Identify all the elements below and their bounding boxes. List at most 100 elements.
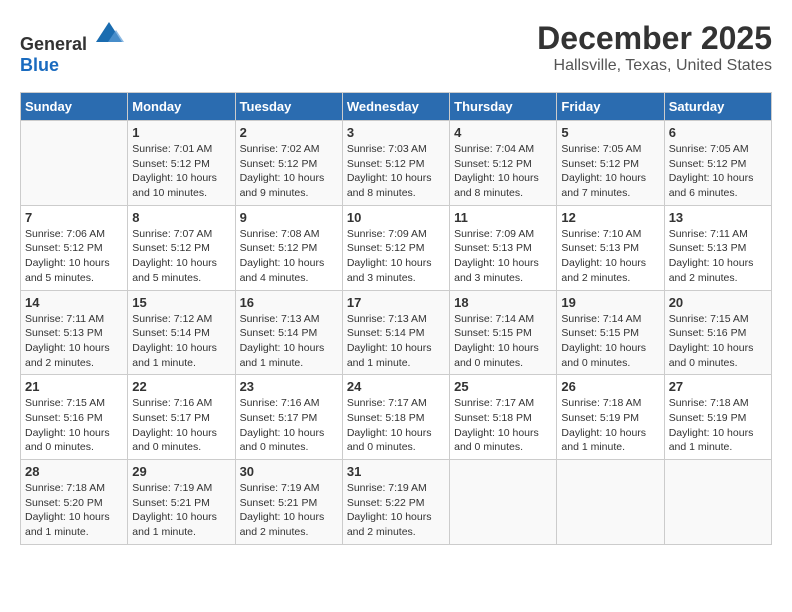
calendar-cell: 29Sunrise: 7:19 AMSunset: 5:21 PMDayligh… [128,460,235,545]
logo: General Blue [20,20,124,76]
day-number: 20 [669,295,767,310]
calendar-cell [664,460,771,545]
day-info: Sunrise: 7:18 AMSunset: 5:20 PMDaylight:… [25,481,123,540]
day-info: Sunrise: 7:08 AMSunset: 5:12 PMDaylight:… [240,227,338,286]
calendar-cell: 9 Sunrise: 7:08 AMSunset: 5:12 PMDaylight… [235,205,342,290]
week-row-4: 28Sunrise: 7:18 AMSunset: 5:20 PMDayligh… [21,460,772,545]
day-info: Sunrise: 7:19 AMSunset: 5:22 PMDaylight:… [347,481,445,540]
logo-general: General [20,34,87,54]
day-header-wednesday: Wednesday [342,93,449,121]
calendar-cell: 3 Sunrise: 7:03 AMSunset: 5:12 PMDaylight… [342,121,449,206]
day-info: Sunrise: 7:04 AMSunset: 5:12 PMDaylight:… [454,142,552,201]
calendar-cell: 23 Sunrise: 7:16 AMSunset: 5:17 PMDayligh… [235,375,342,460]
calendar-cell: 28Sunrise: 7:18 AMSunset: 5:20 PMDayligh… [21,460,128,545]
day-number: 17 [347,295,445,310]
calendar-table: SundayMondayTuesdayWednesdayThursdayFrid… [20,92,772,545]
calendar-cell: 19 Sunrise: 7:14 AMSunset: 5:15 PMDayligh… [557,290,664,375]
calendar-cell: 16 Sunrise: 7:13 AMSunset: 5:14 PMDayligh… [235,290,342,375]
day-info: Sunrise: 7:18 AMSunset: 5:19 PMDaylight:… [669,396,767,455]
day-number: 26 [561,379,659,394]
day-number: 4 [454,125,552,140]
day-info: Sunrise: 7:16 AMSunset: 5:17 PMDaylight:… [132,396,230,455]
logo-icon [94,20,124,50]
day-info: Sunrise: 7:03 AMSunset: 5:12 PMDaylight:… [347,142,445,201]
logo-blue: Blue [20,55,59,75]
day-number: 2 [240,125,338,140]
day-info: Sunrise: 7:13 AMSunset: 5:14 PMDaylight:… [347,312,445,371]
calendar-cell: 20Sunrise: 7:15 AMSunset: 5:16 PMDayligh… [664,290,771,375]
day-number: 12 [561,210,659,225]
calendar-cell: 26 Sunrise: 7:18 AMSunset: 5:19 PMDayligh… [557,375,664,460]
day-number: 19 [561,295,659,310]
day-number: 18 [454,295,552,310]
day-header-sunday: Sunday [21,93,128,121]
day-info: Sunrise: 7:05 AMSunset: 5:12 PMDaylight:… [669,142,767,201]
day-number: 16 [240,295,338,310]
day-info: Sunrise: 7:19 AMSunset: 5:21 PMDaylight:… [240,481,338,540]
calendar-cell: 30 Sunrise: 7:19 AMSunset: 5:21 PMDayligh… [235,460,342,545]
page-header: General Blue December 2025 Hallsville, T… [20,20,772,76]
calendar-cell: 7Sunrise: 7:06 AMSunset: 5:12 PMDaylight… [21,205,128,290]
day-info: Sunrise: 7:10 AMSunset: 5:13 PMDaylight:… [561,227,659,286]
calendar-cell: 4 Sunrise: 7:04 AMSunset: 5:12 PMDaylight… [450,121,557,206]
day-info: Sunrise: 7:18 AMSunset: 5:19 PMDaylight:… [561,396,659,455]
calendar-cell: 8 Sunrise: 7:07 AMSunset: 5:12 PMDaylight… [128,205,235,290]
day-number: 13 [669,210,767,225]
day-number: 27 [669,379,767,394]
day-number: 10 [347,210,445,225]
day-info: Sunrise: 7:16 AMSunset: 5:17 PMDaylight:… [240,396,338,455]
day-number: 23 [240,379,338,394]
day-info: Sunrise: 7:02 AMSunset: 5:12 PMDaylight:… [240,142,338,201]
page-subtitle: Hallsville, Texas, United States [537,57,772,75]
calendar-cell: 6 Sunrise: 7:05 AMSunset: 5:12 PMDaylight… [664,121,771,206]
calendar-cell: 27 Sunrise: 7:18 AMSunset: 5:19 PMDayligh… [664,375,771,460]
day-header-tuesday: Tuesday [235,93,342,121]
day-info: Sunrise: 7:13 AMSunset: 5:14 PMDaylight:… [240,312,338,371]
day-number: 14 [25,295,123,310]
calendar-cell: 1Sunrise: 7:01 AMSunset: 5:12 PMDaylight… [128,121,235,206]
calendar-cell: 17 Sunrise: 7:13 AMSunset: 5:14 PMDayligh… [342,290,449,375]
calendar-cell: 31 Sunrise: 7:19 AMSunset: 5:22 PMDayligh… [342,460,449,545]
calendar-cell: 14 Sunrise: 7:11 AMSunset: 5:13 PMDayligh… [21,290,128,375]
day-number: 6 [669,125,767,140]
day-info: Sunrise: 7:19 AMSunset: 5:21 PMDaylight:… [132,481,230,540]
day-number: 30 [240,464,338,479]
day-header-monday: Monday [128,93,235,121]
day-number: 15 [132,295,230,310]
day-number: 25 [454,379,552,394]
calendar-cell: 21Sunrise: 7:15 AMSunset: 5:16 PMDayligh… [21,375,128,460]
day-number: 9 [240,210,338,225]
day-header-saturday: Saturday [664,93,771,121]
day-header-thursday: Thursday [450,93,557,121]
calendar-cell [557,460,664,545]
day-number: 31 [347,464,445,479]
title-block: December 2025 Hallsville, Texas, United … [537,20,772,75]
day-info: Sunrise: 7:11 AMSunset: 5:13 PMDaylight:… [25,312,123,371]
day-info: Sunrise: 7:05 AMSunset: 5:12 PMDaylight:… [561,142,659,201]
calendar-cell [21,121,128,206]
calendar-cell: 18Sunrise: 7:14 AMSunset: 5:15 PMDayligh… [450,290,557,375]
calendar-cell: 12 Sunrise: 7:10 AMSunset: 5:13 PMDayligh… [557,205,664,290]
day-info: Sunrise: 7:12 AMSunset: 5:14 PMDaylight:… [132,312,230,371]
calendar-cell: 24Sunrise: 7:17 AMSunset: 5:18 PMDayligh… [342,375,449,460]
week-row-3: 21Sunrise: 7:15 AMSunset: 5:16 PMDayligh… [21,375,772,460]
day-number: 3 [347,125,445,140]
day-number: 8 [132,210,230,225]
calendar-cell [450,460,557,545]
day-header-friday: Friday [557,93,664,121]
day-info: Sunrise: 7:01 AMSunset: 5:12 PMDaylight:… [132,142,230,201]
day-info: Sunrise: 7:07 AMSunset: 5:12 PMDaylight:… [132,227,230,286]
week-row-1: 7Sunrise: 7:06 AMSunset: 5:12 PMDaylight… [21,205,772,290]
day-number: 22 [132,379,230,394]
calendar-cell: 5 Sunrise: 7:05 AMSunset: 5:12 PMDaylight… [557,121,664,206]
day-number: 21 [25,379,123,394]
calendar-cell: 2 Sunrise: 7:02 AMSunset: 5:12 PMDaylight… [235,121,342,206]
page-title: December 2025 [537,20,772,57]
day-number: 5 [561,125,659,140]
calendar-cell: 13Sunrise: 7:11 AMSunset: 5:13 PMDayligh… [664,205,771,290]
day-info: Sunrise: 7:06 AMSunset: 5:12 PMDaylight:… [25,227,123,286]
week-row-2: 14 Sunrise: 7:11 AMSunset: 5:13 PMDayligh… [21,290,772,375]
day-number: 24 [347,379,445,394]
calendar-cell: 10Sunrise: 7:09 AMSunset: 5:12 PMDayligh… [342,205,449,290]
day-info: Sunrise: 7:14 AMSunset: 5:15 PMDaylight:… [561,312,659,371]
